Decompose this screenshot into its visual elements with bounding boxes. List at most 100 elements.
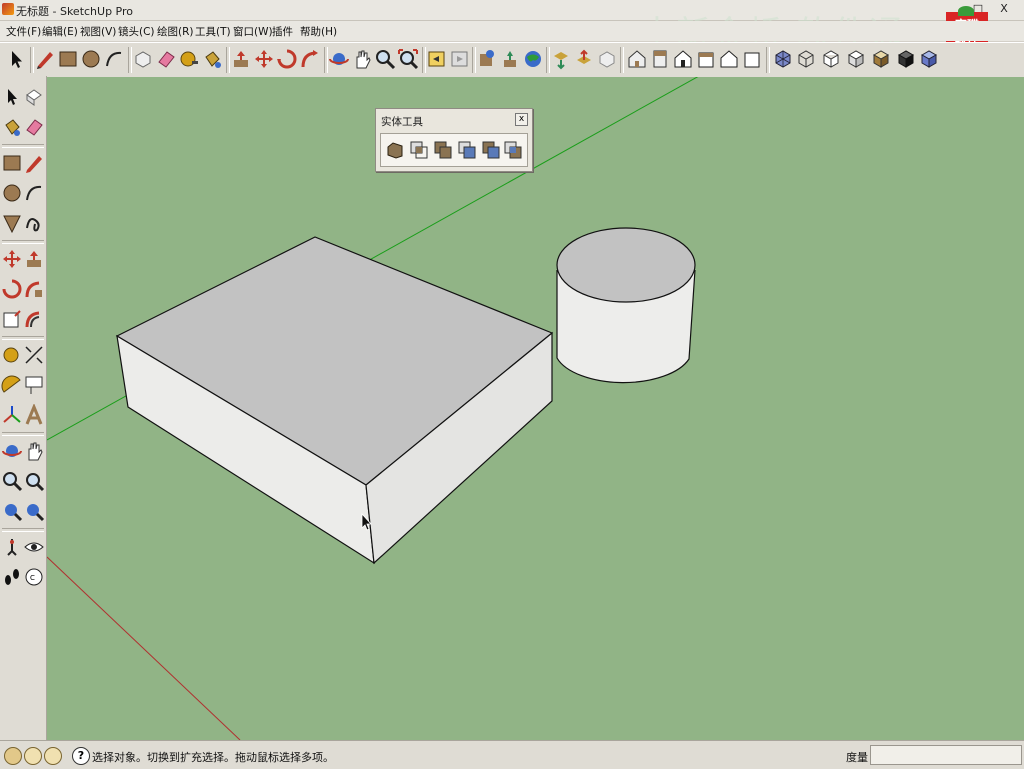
tape-measure-icon[interactable]: [1, 344, 23, 366]
move-icon[interactable]: [253, 48, 275, 70]
menu-plugins[interactable]: 插件: [272, 24, 293, 39]
section-plane-icon[interactable]: C: [23, 566, 45, 588]
menu-bar: 文件(F) 编辑(E) 视图(V) 镜头(C) 绘图(R) 工具(T) 窗口(W…: [0, 21, 1024, 41]
zoom-extents-icon[interactable]: [397, 48, 419, 70]
rotate-icon[interactable]: [276, 48, 298, 70]
wireframe-icon[interactable]: [795, 48, 817, 70]
push-pull-icon[interactable]: [230, 48, 252, 70]
pan-icon[interactable]: [351, 48, 373, 70]
polygon-icon[interactable]: [1, 212, 23, 234]
menu-window[interactable]: 窗口(W): [233, 24, 273, 39]
main-toolbar: [0, 42, 1024, 78]
zoom-window-icon[interactable]: [23, 470, 45, 492]
eraser-icon[interactable]: [23, 116, 45, 138]
offset-icon[interactable]: [23, 308, 45, 330]
google-earth-icon[interactable]: [499, 48, 521, 70]
share-component-icon[interactable]: [596, 48, 618, 70]
3d-text-icon[interactable]: [23, 404, 45, 426]
previous-view-icon[interactable]: [1, 500, 23, 522]
text-icon[interactable]: [23, 374, 45, 396]
arc-icon[interactable]: [103, 48, 125, 70]
menu-tools[interactable]: 工具(T): [195, 24, 231, 39]
cylinder-top: [556, 227, 696, 303]
circle-icon[interactable]: [80, 48, 102, 70]
hidden-line-icon[interactable]: [820, 48, 842, 70]
split-icon[interactable]: [502, 139, 524, 161]
menu-file[interactable]: 文件(F): [6, 24, 41, 39]
union-icon[interactable]: [432, 139, 454, 161]
geo-location-icon[interactable]: [4, 747, 22, 765]
zoom-extents-icon[interactable]: [23, 500, 45, 522]
follow-me-icon[interactable]: [23, 278, 45, 300]
credits-icon[interactable]: [24, 747, 42, 765]
front-view-icon[interactable]: [672, 48, 694, 70]
help-icon[interactable]: ?: [72, 747, 90, 765]
xray-icon[interactable]: [772, 48, 794, 70]
menu-edit[interactable]: 编辑(E): [42, 24, 78, 39]
tape-measure-icon[interactable]: [178, 48, 200, 70]
measurements-input[interactable]: [870, 745, 1022, 765]
zoom-icon[interactable]: [374, 48, 396, 70]
position-camera-icon[interactable]: [1, 536, 23, 558]
rotate-icon[interactable]: [1, 278, 23, 300]
window-title: 无标题 - SketchUp Pro: [16, 5, 134, 18]
outer-shell-icon[interactable]: [384, 139, 406, 161]
close-button[interactable]: X: [996, 2, 1012, 16]
user-icon[interactable]: [44, 747, 62, 765]
eraser-icon[interactable]: [155, 48, 177, 70]
shaded-texture-icon[interactable]: [870, 48, 892, 70]
menu-camera[interactable]: 镜头(C): [118, 24, 155, 39]
solid-tools-body: [380, 133, 528, 167]
make-component-icon[interactable]: [23, 86, 45, 108]
pencil-icon[interactable]: [23, 152, 45, 174]
zoom-icon[interactable]: [1, 470, 23, 492]
paint-bucket-icon[interactable]: [201, 48, 223, 70]
orbit-icon[interactable]: [1, 440, 23, 462]
arc-icon[interactable]: [23, 182, 45, 204]
shaded-blue-icon[interactable]: [918, 48, 940, 70]
add-location-icon[interactable]: [476, 48, 498, 70]
freehand-icon[interactable]: [23, 212, 45, 234]
follow-me-icon[interactable]: [299, 48, 321, 70]
scale-icon[interactable]: [1, 308, 23, 330]
circle-icon[interactable]: [1, 182, 23, 204]
menu-help[interactable]: 帮助(H): [300, 24, 337, 39]
walk-icon[interactable]: [1, 566, 23, 588]
make-component-icon[interactable]: [132, 48, 154, 70]
trim-icon[interactable]: [480, 139, 502, 161]
next-view-icon[interactable]: [449, 48, 471, 70]
select-icon[interactable]: [6, 48, 28, 70]
scene-canvas[interactable]: [47, 77, 1024, 740]
axes-icon[interactable]: [1, 404, 23, 426]
select-icon[interactable]: [1, 86, 23, 108]
subtract-icon[interactable]: [456, 139, 478, 161]
back-view-icon[interactable]: [718, 48, 740, 70]
pencil-icon[interactable]: [34, 48, 56, 70]
model-viewport[interactable]: [47, 77, 1024, 740]
orbit-icon[interactable]: [328, 48, 350, 70]
previous-view-icon[interactable]: [426, 48, 448, 70]
share-model-icon[interactable]: [573, 48, 595, 70]
pan-icon[interactable]: [23, 440, 45, 462]
intersect-icon[interactable]: [408, 139, 430, 161]
menu-draw[interactable]: 绘图(R): [157, 24, 194, 39]
dimension-icon[interactable]: [23, 344, 45, 366]
menu-view[interactable]: 视图(V): [80, 24, 116, 39]
top-view-icon[interactable]: [649, 48, 671, 70]
monochrome-icon[interactable]: [895, 48, 917, 70]
cylinder-solid: [556, 227, 696, 384]
shaded-icon[interactable]: [845, 48, 867, 70]
paint-bucket-icon[interactable]: [1, 116, 23, 138]
get-models-icon[interactable]: [550, 48, 572, 70]
panel-close-button[interactable]: x: [515, 113, 528, 126]
photo-textures-icon[interactable]: [522, 48, 544, 70]
move-icon[interactable]: [1, 248, 23, 270]
rectangle-icon[interactable]: [57, 48, 79, 70]
iso-view-icon[interactable]: [626, 48, 648, 70]
look-around-icon[interactable]: [23, 536, 45, 558]
push-pull-icon[interactable]: [23, 248, 45, 270]
rectangle-icon[interactable]: [1, 152, 23, 174]
right-view-icon[interactable]: [695, 48, 717, 70]
left-view-icon[interactable]: [741, 48, 763, 70]
protractor-icon[interactable]: [1, 374, 23, 396]
